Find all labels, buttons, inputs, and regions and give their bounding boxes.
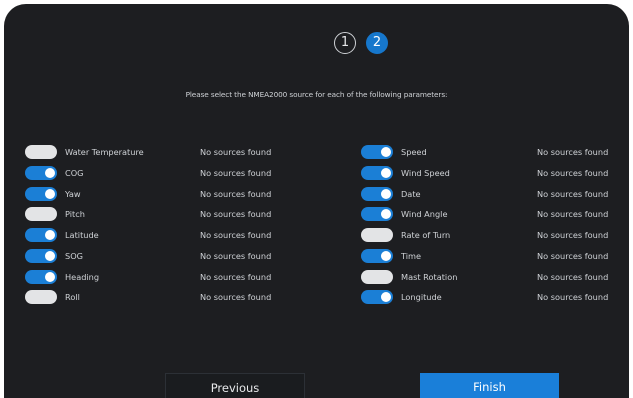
param-label: Wind Speed [401, 167, 450, 178]
toggle-wind-speed[interactable] [361, 165, 393, 180]
source-status: No sources found [200, 167, 272, 178]
param-label: Yaw [65, 188, 81, 199]
source-status: No sources found [537, 292, 609, 303]
toggle-knob [363, 271, 373, 282]
source-status: No sources found [200, 147, 272, 157]
param-row-wind-angle: Wind Angle [361, 207, 448, 222]
source-status: No sources found [537, 188, 609, 199]
toggle-knob [45, 250, 55, 261]
toggle-knob [27, 292, 37, 303]
param-row-date: Date [361, 186, 421, 201]
param-row-heading: Heading [25, 269, 100, 284]
toggle-speed[interactable] [361, 145, 393, 159]
param-label: Roll [65, 292, 80, 303]
source-status: No sources found [200, 271, 272, 282]
param-row-roll: Roll [25, 290, 80, 305]
param-label: Wind Angle [401, 209, 448, 220]
toggle-knob [381, 250, 391, 261]
toggle-mast-rotation[interactable] [361, 269, 393, 284]
step-2-indicator[interactable]: 2 [366, 32, 388, 54]
param-label: Longitude [401, 292, 442, 303]
toggle-water-temperature[interactable] [25, 145, 57, 159]
toggle-knob [381, 209, 391, 220]
toggle-wind-angle[interactable] [361, 207, 393, 222]
param-row-pitch: Pitch [25, 207, 85, 222]
param-row-longitude: Longitude [361, 290, 442, 305]
param-label: Heading [65, 271, 100, 282]
param-row-water-temperature: Water Temperature [25, 145, 144, 159]
toggle-knob [381, 188, 391, 199]
source-status: No sources found [200, 250, 272, 261]
param-label: Water Temperature [65, 147, 144, 157]
toggle-knob [45, 167, 55, 178]
param-row-time: Time [361, 248, 422, 263]
param-label: COG [65, 167, 84, 178]
param-label: Pitch [65, 209, 85, 220]
param-row-sog: SOG [25, 248, 83, 263]
previous-button[interactable]: Previous [165, 373, 305, 398]
param-label: Date [401, 188, 421, 199]
source-status: No sources found [200, 230, 272, 240]
source-status: No sources found [200, 188, 272, 199]
toggle-knob [381, 167, 391, 178]
param-row-cog: COG [25, 165, 84, 180]
toggle-cog[interactable] [25, 165, 57, 180]
step-indicator: 1 2 [4, 32, 629, 62]
toggle-knob [381, 147, 391, 157]
toggle-pitch[interactable] [25, 207, 57, 222]
step-1-indicator[interactable]: 1 [334, 32, 356, 54]
source-status: No sources found [537, 230, 609, 240]
finish-button[interactable]: Finish [420, 373, 559, 398]
param-label: Time [401, 250, 422, 261]
wizard-panel: 1 2 Please select the NMEA2000 source fo… [4, 4, 629, 398]
param-label: Rate of Turn [401, 230, 451, 240]
toggle-roll[interactable] [25, 290, 57, 305]
source-status: No sources found [200, 209, 272, 220]
param-label: Latitude [65, 230, 99, 240]
source-status: No sources found [537, 167, 609, 178]
param-row-latitude: Latitude [25, 228, 99, 242]
source-status: No sources found [537, 147, 609, 157]
param-row-wind-speed: Wind Speed [361, 165, 450, 180]
toggle-knob [363, 230, 373, 240]
toggle-knob [45, 271, 55, 282]
toggle-rate-of-turn[interactable] [361, 228, 393, 242]
param-label: Speed [401, 147, 427, 157]
toggle-yaw[interactable] [25, 186, 57, 201]
toggle-knob [45, 188, 55, 199]
toggle-knob [45, 230, 55, 240]
toggle-heading[interactable] [25, 269, 57, 284]
toggle-sog[interactable] [25, 248, 57, 263]
toggle-knob [27, 147, 37, 157]
param-row-speed: Speed [361, 145, 427, 159]
toggle-knob [381, 292, 391, 303]
source-status: No sources found [537, 271, 609, 282]
param-label: SOG [65, 250, 83, 261]
source-status: No sources found [537, 209, 609, 220]
source-status: No sources found [200, 292, 272, 303]
param-row-mast-rotation: Mast Rotation [361, 269, 458, 284]
instruction-text: Please select the NMEA2000 source for ea… [185, 90, 448, 99]
toggle-time[interactable] [361, 248, 393, 263]
toggle-longitude[interactable] [361, 290, 393, 305]
param-label: Mast Rotation [401, 271, 458, 282]
param-row-yaw: Yaw [25, 186, 81, 201]
toggle-latitude[interactable] [25, 228, 57, 242]
source-status: No sources found [537, 250, 609, 261]
toggle-date[interactable] [361, 186, 393, 201]
toggle-knob [27, 209, 37, 220]
param-row-rate-of-turn: Rate of Turn [361, 228, 450, 242]
